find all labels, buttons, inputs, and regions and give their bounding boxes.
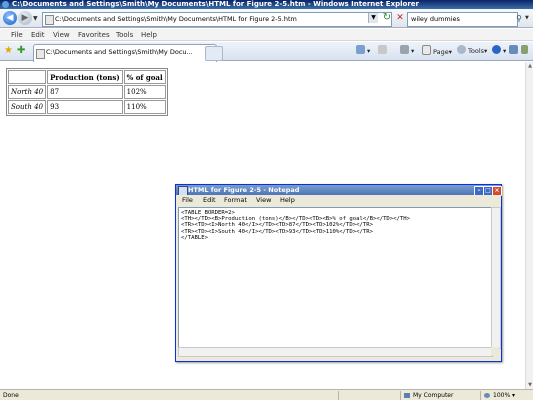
- stop-icon[interactable]: ✕: [395, 13, 405, 23]
- search-input[interactable]: wiley dummies: [407, 12, 518, 27]
- help-icon: [492, 45, 501, 54]
- feeds-button[interactable]: [378, 45, 389, 57]
- notepad-window[interactable]: HTML for Figure 2-5 - Notepad – □ × File…: [175, 184, 502, 362]
- status-zone: My Computer: [413, 392, 454, 399]
- new-tab-button[interactable]: [205, 46, 223, 61]
- table-cell-goal: 102%: [123, 85, 166, 99]
- menu-bar: File Edit View Favorites Tools Help: [0, 29, 533, 41]
- scroll-up-icon[interactable]: ▲: [526, 62, 533, 70]
- search-options-dropdown-icon[interactable]: ▼: [525, 15, 529, 21]
- page-menu-label: Page: [433, 48, 449, 56]
- notepad-menu-format[interactable]: Format: [224, 195, 247, 206]
- table-header-cell: Production (tons): [47, 70, 123, 84]
- notepad-menu-edit[interactable]: Edit: [203, 195, 216, 206]
- page-menu-icon: [422, 45, 431, 55]
- resize-grip-icon[interactable]: [491, 347, 499, 355]
- tab-current[interactable]: C:\Documents and Settings\Smith\My Docu.…: [33, 44, 217, 62]
- menu-favorites[interactable]: Favorites: [78, 29, 110, 41]
- production-table: Production (tons) % of goal North 40 87 …: [6, 68, 168, 116]
- table-cell-production: 93: [47, 100, 123, 114]
- tab-command-row: ★ ✚ C:\Documents and Settings\Smith\My D…: [0, 42, 533, 62]
- refresh-icon[interactable]: ↻: [381, 13, 393, 24]
- notepad-menu-bar: File Edit Format View Help: [176, 195, 501, 206]
- page-menu-button[interactable]: Page▾: [422, 45, 452, 57]
- address-row: ◀ ▶ ▼ C:\Documents and Settings\Smith\My…: [0, 9, 533, 28]
- print-icon: [400, 45, 409, 54]
- tab-label: C:\Documents and Settings\Smith\My Docu.…: [46, 48, 193, 56]
- table-cell-region: North 40: [8, 85, 47, 99]
- research-button[interactable]: [509, 45, 520, 57]
- table-header-cell: % of goal: [123, 70, 166, 84]
- favorites-star-icon[interactable]: ★: [4, 45, 13, 57]
- address-url: C:\Documents and Settings\Smith\My Docum…: [55, 15, 297, 23]
- table-cell-goal: 110%: [123, 100, 166, 114]
- extras-button[interactable]: [521, 45, 530, 57]
- gear-icon: [457, 45, 466, 54]
- feeds-icon: [378, 45, 387, 54]
- tools-menu-label: Tools: [468, 47, 485, 55]
- notepad-horizontal-scrollbar[interactable]: [178, 347, 493, 357]
- status-divider: [338, 391, 339, 400]
- table-cell-region: South 40: [8, 100, 47, 114]
- research-icon: [509, 45, 518, 54]
- zoom-level[interactable]: 100%: [493, 390, 510, 401]
- notepad-vertical-scrollbar[interactable]: [491, 207, 501, 349]
- menu-file[interactable]: File: [11, 29, 23, 41]
- status-divider: [400, 391, 401, 400]
- status-bar: Done My Computer 100% ▾: [0, 389, 533, 400]
- tools-menu-button[interactable]: Tools▾: [457, 45, 487, 57]
- table-header-row: Production (tons) % of goal: [8, 70, 166, 84]
- help-button[interactable]: ▾: [492, 45, 506, 57]
- home-icon: [356, 45, 365, 54]
- table-row: South 40 93 110%: [8, 100, 166, 114]
- notepad-title-bar[interactable]: HTML for Figure 2-5 - Notepad – □ ×: [176, 185, 502, 196]
- status-divider: [480, 391, 481, 400]
- notepad-text-area[interactable]: <TABLE BORDER=2> <TH></TD><B>Production (…: [178, 207, 497, 353]
- notepad-menu-file[interactable]: File: [182, 195, 193, 206]
- menu-help[interactable]: Help: [141, 29, 157, 41]
- add-favorites-icon[interactable]: ✚: [17, 45, 25, 57]
- search-value: wiley dummies: [411, 15, 460, 23]
- notepad-menu-view[interactable]: View: [256, 195, 271, 206]
- extras-icon: [521, 45, 528, 54]
- menu-tools[interactable]: Tools: [116, 29, 133, 41]
- table-header-cell: [8, 70, 47, 84]
- status-text: Done: [3, 392, 19, 399]
- address-input[interactable]: C:\Documents and Settings\Smith\My Docum…: [42, 12, 392, 27]
- recent-pages-dropdown-icon[interactable]: ▼: [33, 15, 38, 22]
- notepad-menu-help[interactable]: Help: [280, 195, 295, 206]
- notepad-line: </TABLE>: [181, 234, 208, 241]
- tab-page-icon: [36, 49, 45, 59]
- scroll-down-icon[interactable]: ▼: [526, 381, 533, 389]
- ie-title-bar: C:\Documents and Settings\Smith\My Docum…: [0, 0, 533, 9]
- page-icon: [45, 15, 54, 25]
- page-scrollbar[interactable]: ▲ ▼: [525, 62, 533, 389]
- forward-button[interactable]: ▶: [18, 11, 32, 25]
- search-icon[interactable]: ⚲: [514, 12, 524, 25]
- menu-view[interactable]: View: [53, 29, 70, 41]
- ie-logo-icon: [2, 1, 9, 8]
- menu-edit[interactable]: Edit: [31, 29, 45, 41]
- window-title: C:\Documents and Settings\Smith\My Docum…: [12, 0, 419, 8]
- table-cell-production: 87: [47, 85, 123, 99]
- computer-icon: [404, 393, 410, 398]
- zoom-dropdown-icon[interactable]: ▾: [512, 390, 515, 401]
- zoom-icon: [484, 393, 490, 398]
- print-button[interactable]: ▾: [400, 45, 414, 57]
- table-row: North 40 87 102%: [8, 85, 166, 99]
- address-dropdown-icon[interactable]: ▼: [368, 13, 378, 23]
- back-button[interactable]: ◀: [3, 11, 17, 25]
- home-button[interactable]: ▾: [356, 45, 370, 57]
- notepad-title: HTML for Figure 2-5 - Notepad: [188, 186, 300, 194]
